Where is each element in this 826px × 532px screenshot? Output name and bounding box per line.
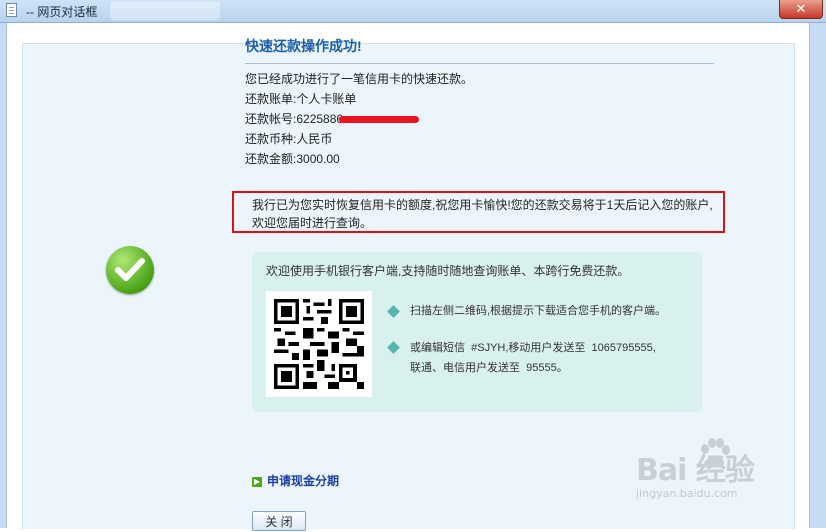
paw-logo-icon [701,438,730,468]
currency-row: 还款币种:人民币 [245,129,725,149]
bill-row: 还款账单:个人卡账单 [245,89,725,109]
divider [245,63,714,64]
window-close-button[interactable]: ✕ [779,0,823,19]
sms-tip-line2: 联通、电信用户发送至 95555。 [410,362,568,374]
baidu-jingyan-watermark: Bai 经验 jingyan.baidu.com [636,438,755,500]
redaction-mark [339,116,420,124]
mobile-app-promo: 欢迎使用手机银行客户端,支持随时随地查询账单、本跨行免费还款。 扫描左侧二维码,… [252,252,702,412]
repayment-details: 您已经成功进行了一笔信用卡的快速还款。 还款账单:个人卡账单 还款帐号:6225… [245,69,725,169]
summary-text: 您已经成功进行了一笔信用卡的快速还款。 [245,72,474,86]
bill-label: 还款账单: [245,92,297,106]
currency-value: 人民币 [296,132,333,146]
qr-download-tip: 扫描左侧二维码,根据提示下载适合您手机的客户端。 [410,305,667,317]
title-bar-background-tabs [110,2,220,20]
amount-row: 还款金额:3000.00 [245,149,725,169]
window-title: -- 网页对话框 [26,5,98,19]
close-button[interactable]: 关 闭 [252,511,306,531]
window-title-bar: -- 网页对话框 ✕ [0,0,826,23]
success-check-icon [106,246,154,294]
account-row: 还款帐号:6225886 [245,109,725,129]
watermark-brand: Bai 经验 [636,453,755,488]
amount-label: 还款金额: [245,152,297,166]
success-heading: 快速还款操作成功! [245,38,362,54]
account-value: 6225886 [296,112,344,126]
window-frame-left [0,23,7,528]
bill-value: 个人卡账单 [296,92,357,106]
currency-label: 还款币种: [245,132,297,146]
qr-code-image [266,291,372,397]
document-icon [6,3,17,17]
bullet-diamond-icon [387,305,400,318]
installment-link-label: 申请现金分期 [267,474,340,488]
credit-restored-notice: 我行已为您实时恢复信用卡的额度,祝您用卡愉快!您的还款交易将于1天后记入您的账户… [232,191,725,233]
promo-title: 欢迎使用手机银行客户端,支持随时随地查询账单、本跨行免费还款。 [266,264,630,278]
apply-installment-link[interactable]: ▶ 申请现金分期 [252,472,339,489]
bullet-diamond-icon [387,341,400,354]
amount-value: 3000.00 [296,152,340,166]
arrow-right-icon: ▶ [252,477,262,487]
window-frame-right [809,23,826,528]
result-section: 快速还款操作成功! 您已经成功进行了一笔信用卡的快速还款。 还款账单:个人卡账单… [245,33,725,169]
account-label: 还款帐号: [245,112,297,126]
watermark-url: jingyan.baidu.com [636,487,738,500]
